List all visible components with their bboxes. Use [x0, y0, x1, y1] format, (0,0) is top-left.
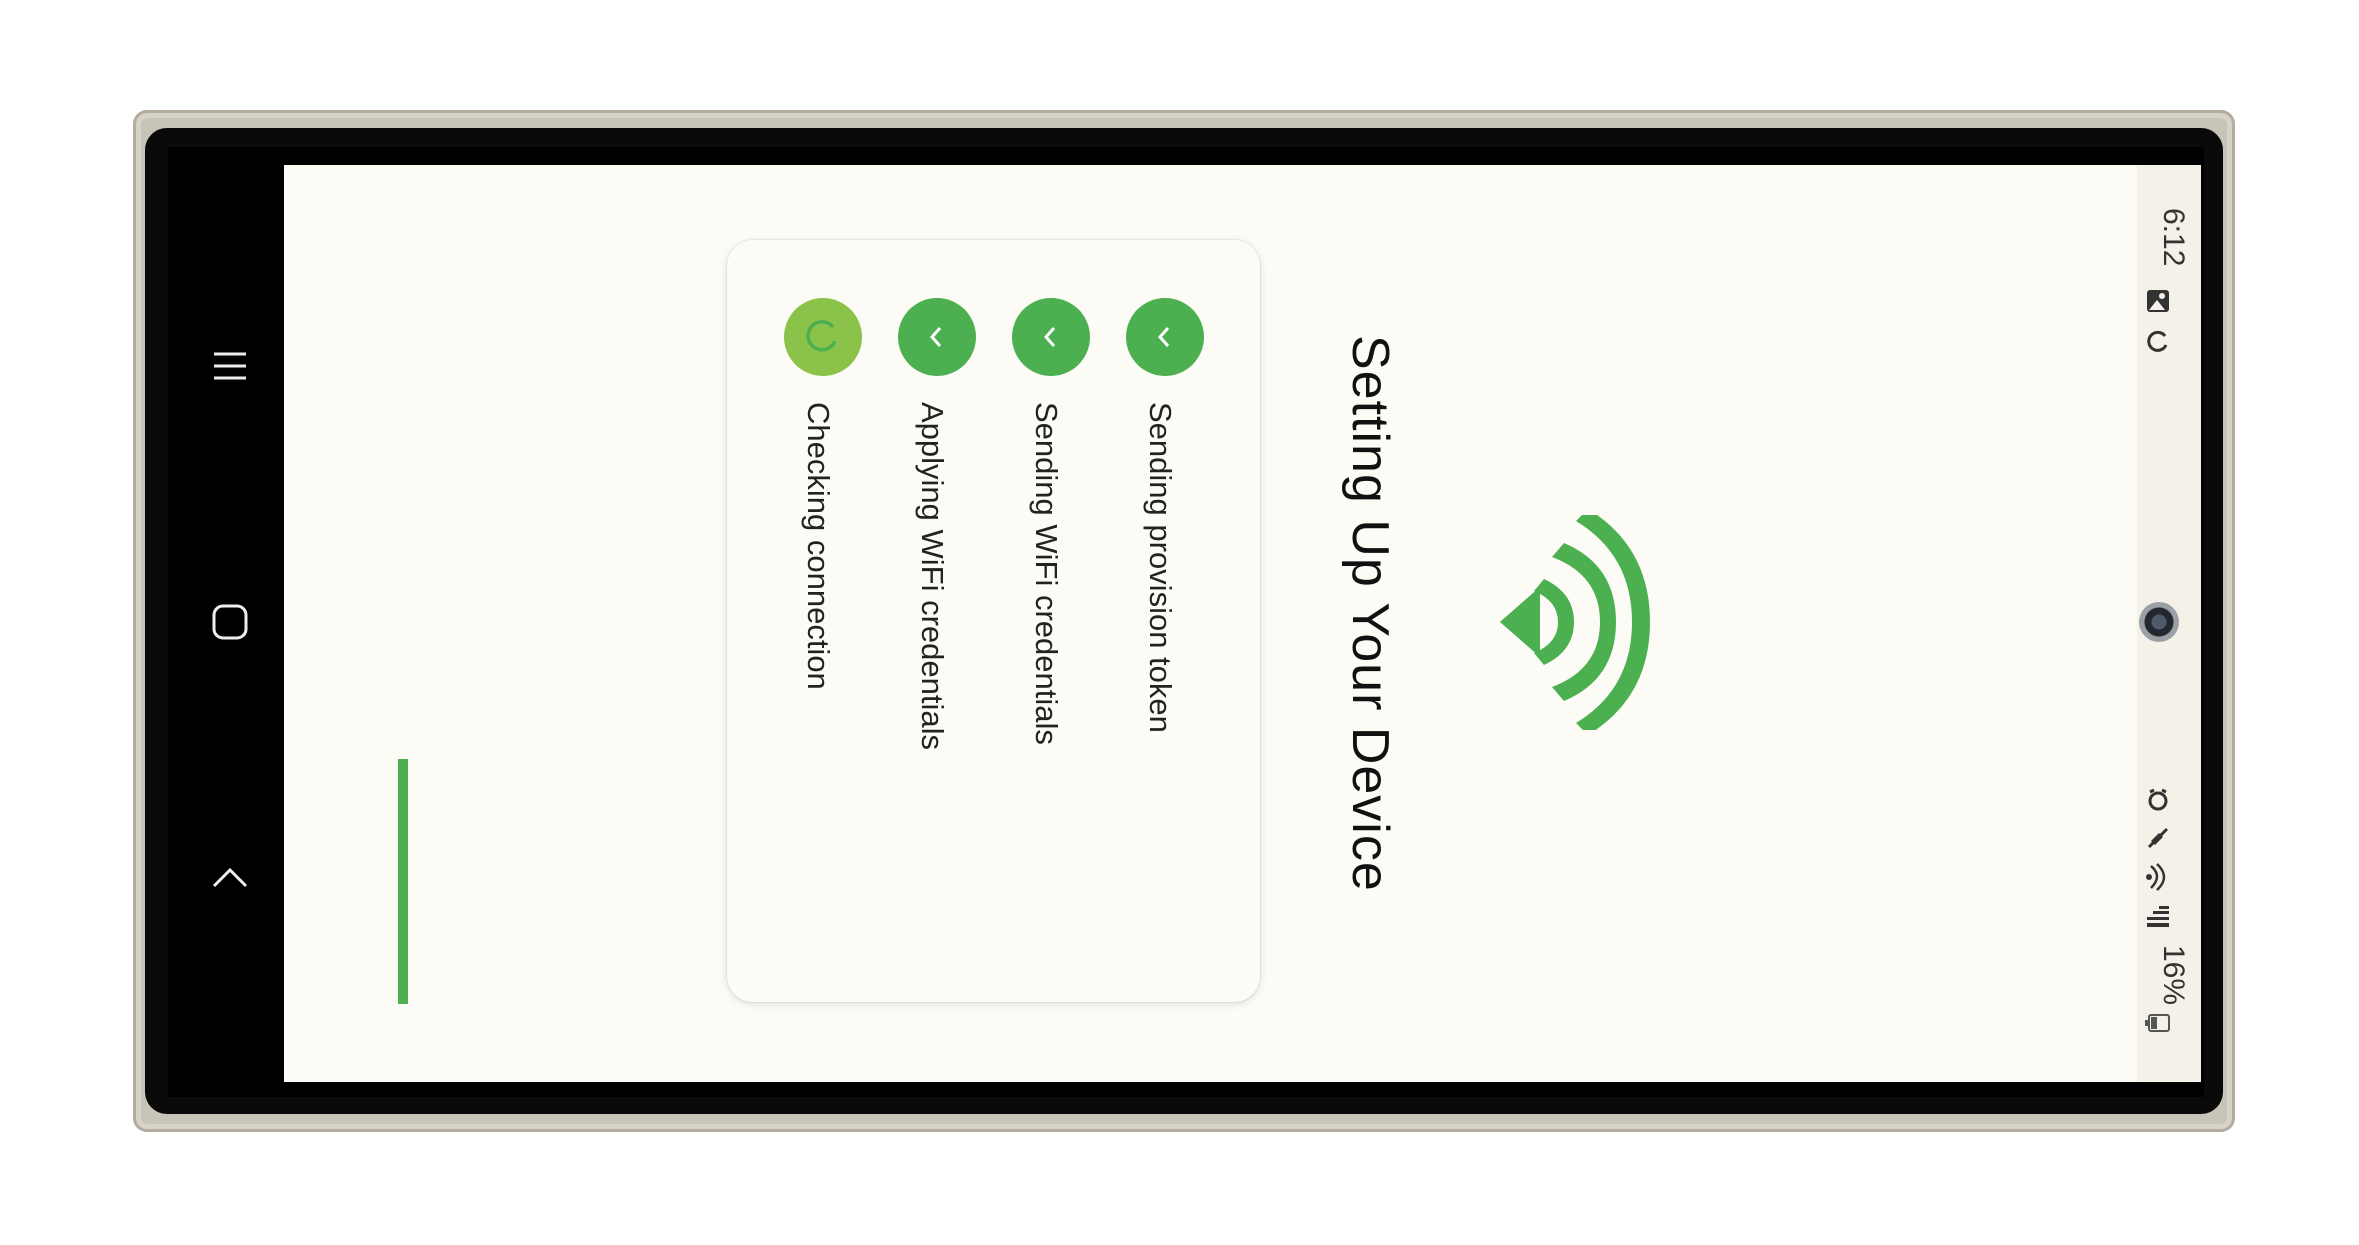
step-3-done-icon: [898, 298, 976, 376]
mute-icon: [2147, 827, 2169, 849]
home-icon: [212, 604, 248, 640]
status-time: 6:12: [2157, 208, 2190, 267]
step-4-loading-icon: [784, 298, 862, 376]
front-camera: [2139, 602, 2179, 642]
step-label-4: Checking connection: [801, 402, 836, 690]
wifi-calling-icon: [2146, 863, 2166, 891]
page-title: Setting Up Your Device: [1341, 335, 1399, 892]
chevron-up-icon: [212, 867, 248, 888]
gallery-icon: [2147, 290, 2169, 312]
signal-icon: [2147, 906, 2169, 927]
alarm-icon: [2148, 788, 2168, 811]
step-label-3: Applying WiFi credentials: [915, 402, 950, 751]
wifi-icon: [1500, 515, 1650, 730]
step-label-2: Sending WiFi credentials: [1029, 402, 1064, 745]
step-label-1: Sending provision token: [1143, 402, 1178, 733]
battery-icon: [2145, 1014, 2170, 1032]
progress-indicator: [398, 759, 408, 1004]
step-1-done-icon: [1126, 298, 1204, 376]
recent-apps-button[interactable]: [200, 336, 260, 396]
battery-percent: 16%: [2157, 945, 2190, 1006]
step-2-done-icon: [1012, 298, 1090, 376]
back-button[interactable]: [200, 848, 260, 908]
sync-icon: [2147, 330, 2168, 352]
recent-apps-icon: [214, 352, 246, 380]
home-button[interactable]: [200, 592, 260, 652]
